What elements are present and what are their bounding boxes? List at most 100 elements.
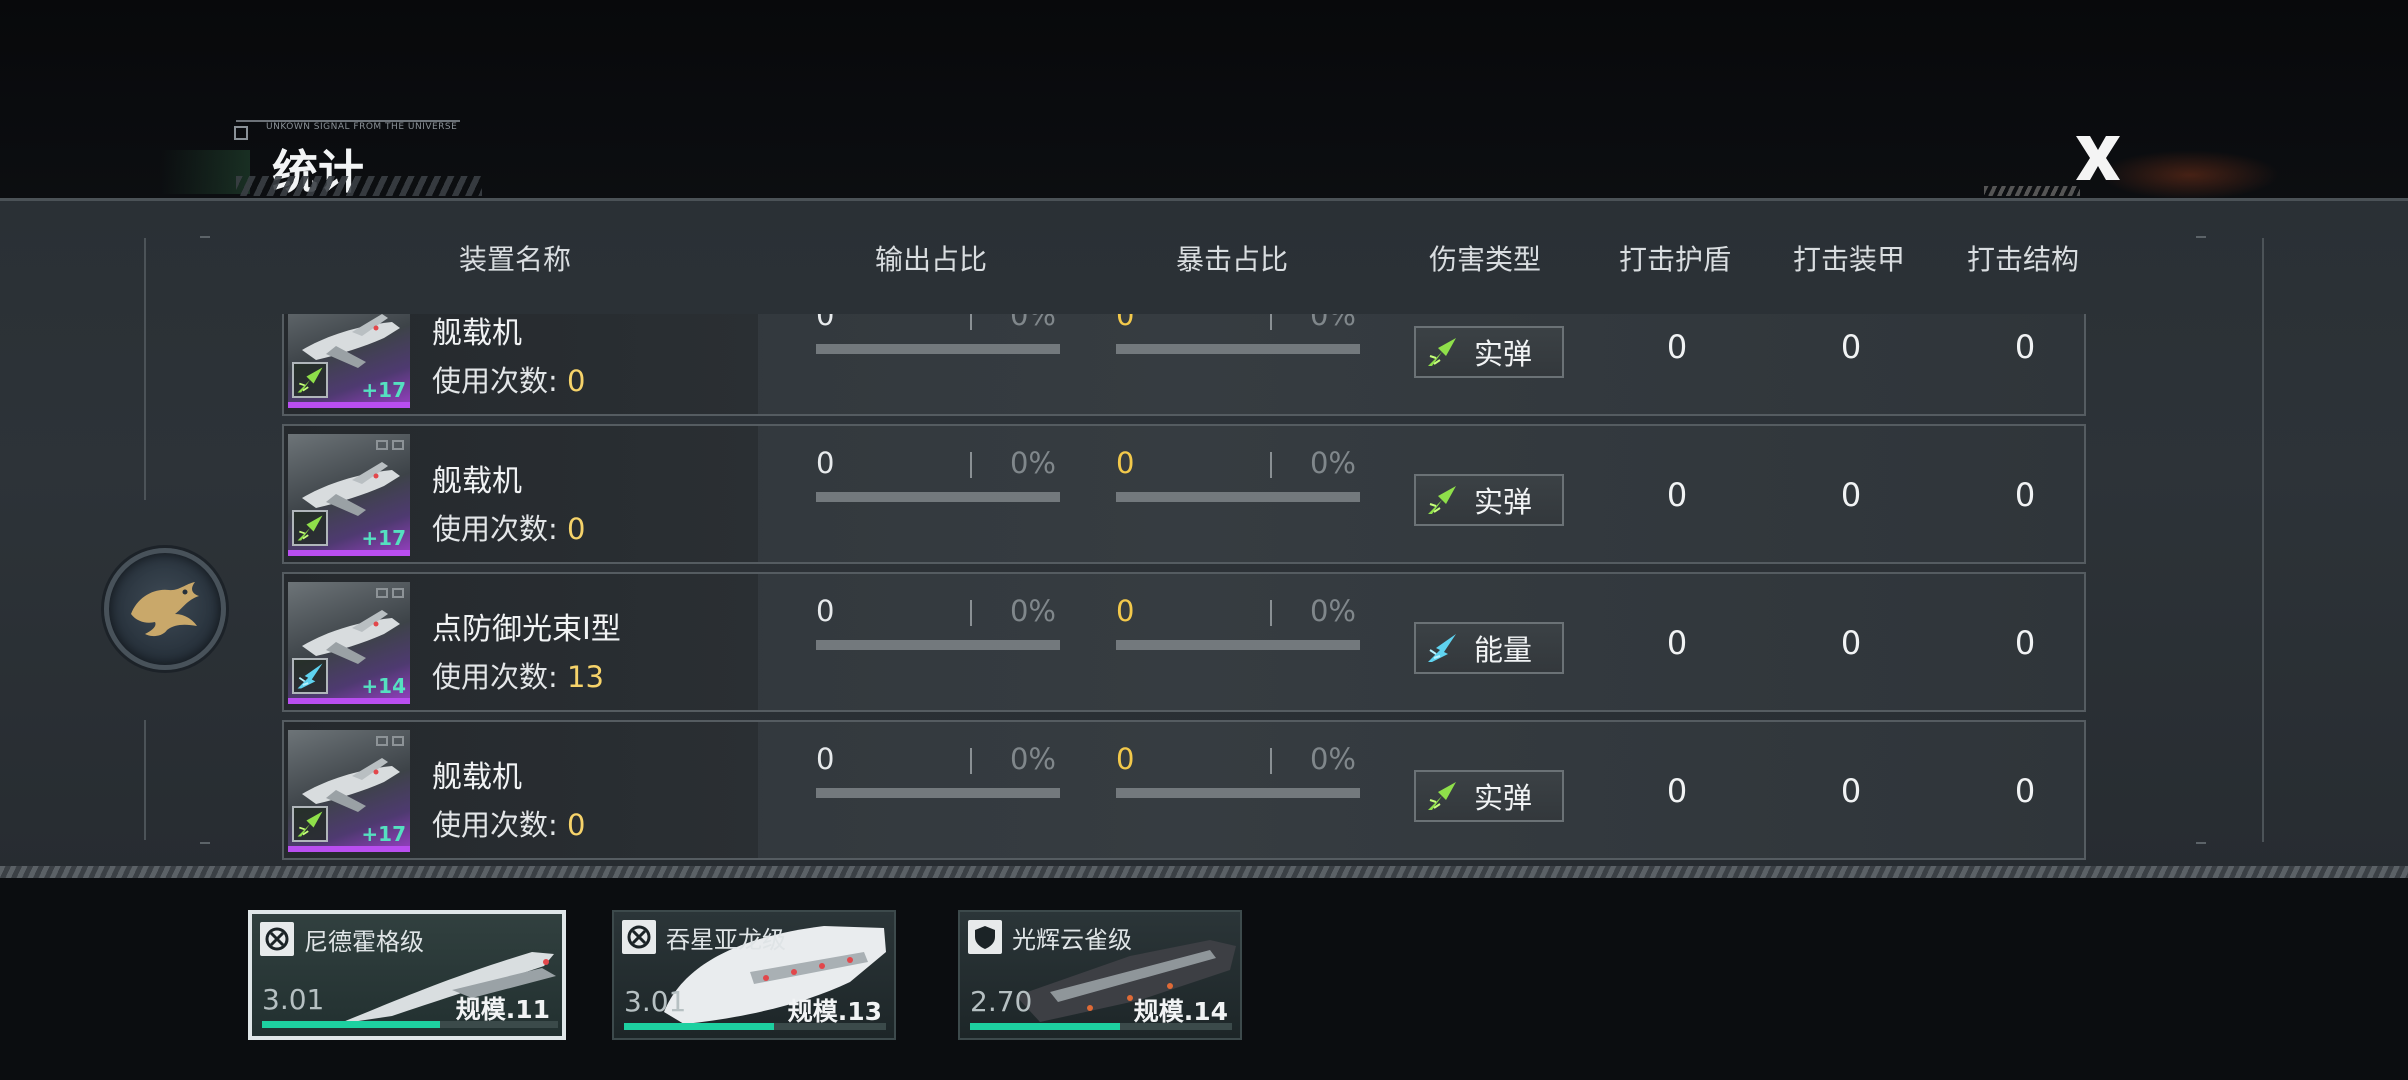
table-row-0[interactable]: +17 舰载机 使用次数: 0 0 0% 0 0% 实弹 0 0 0 [282,314,2086,416]
crit-percent: 0% [1309,594,1356,628]
title-tagline: UNKOWN SIGNAL FROM THE UNIVERSE [236,120,460,134]
separator [1270,314,1272,330]
ship-name: 光辉云雀级 [1012,926,1132,954]
damage-type-label: 实弹 [1474,781,1533,815]
output-value: 0 [816,446,835,480]
output-bar [816,640,1060,650]
kinetic-icon [297,515,323,541]
crit-ratio: 0 0% [1116,314,1360,358]
frame-tick [2196,842,2206,844]
item-name: 舰载机 [432,464,522,499]
ship-tab-1[interactable]: 吞星亚龙级 3.01 规模.13 [612,910,896,1040]
separator [1270,600,1272,626]
column-header-hit-structure: 打击结构 [1966,243,2080,276]
title-stripes [236,176,482,196]
crit-bar [1116,640,1360,650]
crit-ratio: 0 0% [1116,742,1360,802]
damage-type-icon [292,806,328,842]
hit-structure-value: 0 [2014,476,2036,514]
output-ratio: 0 0% [816,446,1060,506]
output-percent: 0% [1009,594,1056,628]
damage-type-label: 实弹 [1474,485,1533,519]
column-header-output-ratio: 输出占比 [874,243,988,276]
hit-armor-value: 0 [1840,476,1862,514]
crit-bar [1116,788,1360,798]
ship-scale: 规模.13 [787,997,882,1026]
energy-icon [1422,628,1462,668]
damage-type-icon [292,362,328,398]
shield-icon [968,920,1002,954]
output-percent: 0% [1009,314,1056,332]
hit-shield-value: 0 [1666,476,1688,514]
rarity-bar [288,698,410,704]
rarity-bar [288,550,410,556]
slot-marker [376,588,388,598]
table-row-3[interactable]: +17 舰载机 使用次数: 0 0 0% 0 0% 实弹 0 0 0 [282,720,2086,860]
item-uses: 使用次数: 0 [432,512,586,546]
ship-scale: 规模.11 [455,995,550,1024]
frame-line [144,720,146,840]
separator [1270,452,1272,478]
output-value: 0 [816,314,835,332]
column-header-name: 装置名称 [458,243,572,276]
kinetic-icon [297,811,323,837]
ship-power: 3.01 [262,983,325,1016]
column-header-crit-ratio: 暴击占比 [1175,243,1289,276]
ship-bar-fill [970,1023,1120,1030]
damage-type-badge: 实弹 [1414,474,1564,526]
frame-tick [200,842,210,844]
ship-bar-fill [624,1023,774,1030]
ship-tab-0[interactable]: 尼德霍格级 3.01 规模.11 [248,910,566,1040]
close-button[interactable] [2062,126,2134,190]
item-level: +17 [361,378,406,402]
damage-type-badge: 实弹 [1414,770,1564,822]
rarity-bar [288,846,410,852]
frame-tick [2196,236,2206,238]
crit-value: 0 [1116,446,1135,480]
ship-tab-2[interactable]: 光辉云雀级 2.70 规模.14 [958,910,1242,1040]
slot-marker [376,736,388,746]
crit-value: 0 [1116,594,1135,628]
faction-emblem[interactable] [104,548,226,670]
crit-value: 0 [1116,314,1135,332]
item-thumbnail: +17 [288,730,410,852]
damage-type-badge: 实弹 [1414,326,1564,378]
stats-list[interactable]: +17 舰载机 使用次数: 0 0 0% 0 0% 实弹 0 0 0 +17 舰… [282,314,2086,860]
energy-icon [297,663,323,689]
table-row-2[interactable]: +14 点防御光束I型 使用次数: 13 0 0% 0 0% 能量 0 0 0 [282,572,2086,712]
table-row-1[interactable]: +17 舰载机 使用次数: 0 0 0% 0 0% 实弹 0 0 0 [282,424,2086,564]
item-cell: +17 舰载机 使用次数: 0 [284,314,758,414]
kinetic-icon [1422,332,1462,372]
kinetic-icon [1422,480,1462,520]
ship-name: 尼德霍格级 [304,928,424,956]
slot-marker [392,736,404,746]
panel-bottom-stripe [0,866,2408,878]
frame-tick [200,236,210,238]
hit-armor-value: 0 [1840,328,1862,366]
item-cell: +14 点防御光束I型 使用次数: 13 [284,574,758,710]
slot-marker [376,440,388,450]
hit-shield-value: 0 [1666,772,1688,810]
slot-marker [392,588,404,598]
kinetic-icon [1422,776,1462,816]
crit-percent: 0% [1309,742,1356,776]
damage-type-label: 实弹 [1474,337,1533,371]
item-uses: 使用次数: 13 [432,660,604,694]
damage-type-icon [292,510,328,546]
damage-type-icon [292,658,328,694]
damage-type-label: 能量 [1474,633,1533,667]
output-ratio: 0 0% [816,314,1060,358]
hit-armor-value: 0 [1840,624,1862,662]
separator [970,600,972,626]
hit-shield-value: 0 [1666,328,1688,366]
frame-line [144,238,146,500]
crit-value: 0 [1116,742,1135,776]
ship-power: 3.01 [624,985,687,1018]
hit-structure-value: 0 [2014,328,2036,366]
item-thumbnail: +17 [288,314,410,408]
output-ratio: 0 0% [816,594,1060,654]
column-header-hit-armor: 打击装甲 [1792,243,1906,276]
ship-name: 吞星亚龙级 [666,926,786,954]
target-icon [260,922,294,956]
item-thumbnail: +17 [288,434,410,556]
